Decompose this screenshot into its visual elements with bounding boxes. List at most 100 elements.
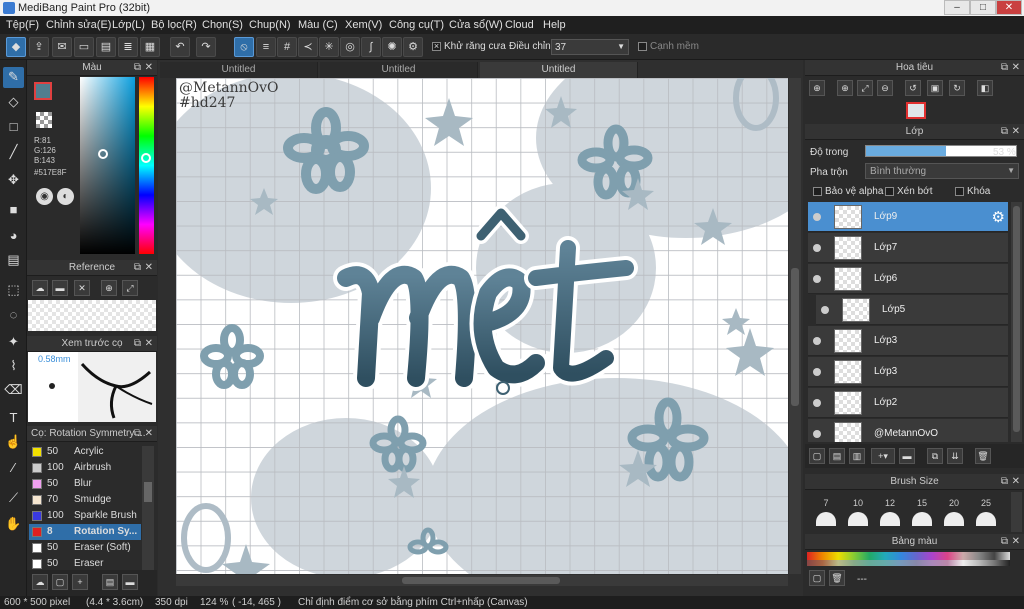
add-layer-menu-icon[interactable]: +▾ [871,448,895,464]
saturation-value-picker[interactable] [80,77,135,254]
antialias-checkbox[interactable]: Khử răng cưa [432,41,506,52]
brush-list-item[interactable]: 50 Blur [29,476,141,492]
close-icon[interactable]: ✕ [1012,124,1020,140]
delete-palette-icon[interactable]: 🗑 [829,570,845,586]
menu-help[interactable]: Help [543,19,566,31]
lock-checkbox[interactable]: Khóa [955,186,990,197]
close-icon[interactable]: ✕ [1012,534,1020,550]
operation-tool-icon[interactable]: ☝ [3,432,24,453]
menu-tools[interactable]: Công cụ(T) [389,19,444,31]
page-icon[interactable]: ▤ [96,37,116,57]
circle-snap-icon[interactable]: ◎ [340,37,360,57]
duplicate-layer-icon[interactable]: ⧉ [927,448,943,464]
add-brush-icon[interactable]: + [72,574,88,590]
zoom-out-icon[interactable]: ⊖ [877,80,893,96]
close-icon[interactable]: ✕ [145,60,153,76]
layer-scroll-thumb[interactable] [1013,206,1020,432]
visibility-eye-icon[interactable] [813,399,821,407]
brush-list-scroll-thumb[interactable] [144,482,152,502]
menu-layer[interactable]: Lớp(L) [112,19,145,31]
expand-icon[interactable]: ⧉ [1001,474,1008,490]
expand-icon[interactable]: ⧉ [134,426,141,442]
redo-icon[interactable]: ↷ [196,37,216,57]
layer-item[interactable]: Lớp5 [816,295,1008,325]
adjust-select[interactable]: 37 ▼ [551,39,629,55]
expand-icon[interactable]: ⧉ [134,336,141,352]
new-brush-icon[interactable]: ▢ [52,574,68,590]
brush-list-item[interactable]: 50 Acrylic [29,446,141,460]
menu-window[interactable]: Cửa sổ(W) [449,19,503,31]
visibility-eye-icon[interactable] [813,244,821,252]
chat-icon[interactable]: ▭ [74,37,94,57]
folder-icon[interactable]: ▬ [52,280,68,296]
select-eraser-tool-icon[interactable]: ⌫ [3,380,24,401]
brush-list-item[interactable]: 100 Airbrush [29,460,141,476]
vertical-scroll-thumb[interactable] [791,268,799,406]
select-rect-tool-icon[interactable]: ⬚ [3,280,24,301]
expand-icon[interactable]: ⧉ [1001,60,1008,76]
close-icon[interactable]: ✕ [1012,474,1020,490]
transparent-color-swatch[interactable] [36,112,52,128]
flip-icon[interactable]: ◧ [977,80,993,96]
magic-wand-tool-icon[interactable]: ✦ [3,332,24,353]
properties-icon[interactable]: ▤ [102,574,118,590]
close-icon[interactable]: ✕ [1012,60,1020,76]
maximize-button[interactable]: □ [970,0,996,15]
brush-list-scrollbar[interactable] [142,446,154,570]
delete-layer-icon[interactable]: 🗑 [975,448,991,464]
merge-down-icon[interactable]: ⇊ [947,448,963,464]
close-icon[interactable]: ✕ [145,336,153,352]
gear-icon[interactable]: ⚙ [992,208,1005,226]
bucket-tool-icon[interactable]: ◕ [3,226,24,247]
brush-size-option[interactable]: 25 [971,492,1001,532]
layer-item[interactable]: @MetannOvO [808,419,1008,442]
list-icon[interactable]: ≣ [118,37,138,57]
rotate-left-icon[interactable]: ↺ [905,80,921,96]
brush-size-option[interactable]: 10 [843,492,873,532]
close-icon[interactable]: ✕ [145,426,153,442]
fit-window-icon[interactable]: ⤢ [857,80,873,96]
cloud-icon[interactable]: ☁ [32,574,48,590]
hue-slider[interactable] [139,77,154,254]
reference-canvas[interactable] [28,300,156,331]
dot-tool-icon[interactable]: □ [3,117,24,138]
reset-view-icon[interactable]: ▣ [927,80,943,96]
document-tab[interactable]: Untitled [320,62,478,78]
upload-icon[interactable]: ⇪ [29,37,49,57]
blend-mode-select[interactable]: Bình thường ▼ [865,163,1019,179]
new-1bit-layer-icon[interactable]: ▥ [849,448,865,464]
rotation-snap-icon[interactable]: ✺ [382,37,402,57]
close-button[interactable]: ✕ [996,0,1022,15]
visibility-eye-icon[interactable] [813,337,821,345]
layer-item[interactable]: Lớp2 [808,388,1008,418]
medibang-icon[interactable]: ◆ [6,37,26,57]
expand-icon[interactable]: ⧉ [134,260,141,276]
menu-file[interactable]: Tệp(F) [6,19,39,31]
cloud-icon[interactable]: ☁ [32,280,48,296]
line-tool-icon[interactable]: ╱ [3,142,24,163]
layer-item[interactable]: Lớp3 [808,357,1008,387]
soft-edge-checkbox[interactable]: Cạnh mềm [638,41,699,52]
menu-edit[interactable]: Chỉnh sửa(E) [46,19,111,31]
brush-list-item[interactable]: 70 Smudge [29,492,141,508]
new-8bit-layer-icon[interactable]: ▤ [829,448,845,464]
eyedropper-tool-icon[interactable]: ⟋ [3,488,24,509]
expand-icon[interactable]: ⧉ [1001,534,1008,550]
settings-icon[interactable]: ⚙ [403,37,423,57]
palette-icon[interactable]: ◉ [36,188,53,205]
expand-icon[interactable]: ⧉ [1001,124,1008,140]
brush-list-item[interactable]: 50 Eraser [29,556,141,570]
brush-size-scrollbar[interactable] [1011,492,1022,532]
lasso-tool-icon[interactable]: ◌ [3,305,24,326]
layer-item[interactable]: Lớp9 ⚙ [808,202,1008,232]
parallel-snap-icon[interactable]: ≡ [256,37,276,57]
brush-tool-icon[interactable]: ✎ [3,67,24,88]
layer-item[interactable]: Lớp3 [808,326,1008,356]
navigator-thumbnail[interactable] [906,102,926,119]
protect-alpha-checkbox[interactable]: Bảo vệ alpha [813,186,883,197]
panels-icon[interactable]: ▦ [140,37,160,57]
new-palette-icon[interactable]: ▢ [809,570,825,586]
brush-size-option[interactable]: 7 [811,492,841,532]
hand-tool-icon[interactable]: ✋ [3,514,24,535]
menu-select[interactable]: Chọn(S) [202,19,243,31]
